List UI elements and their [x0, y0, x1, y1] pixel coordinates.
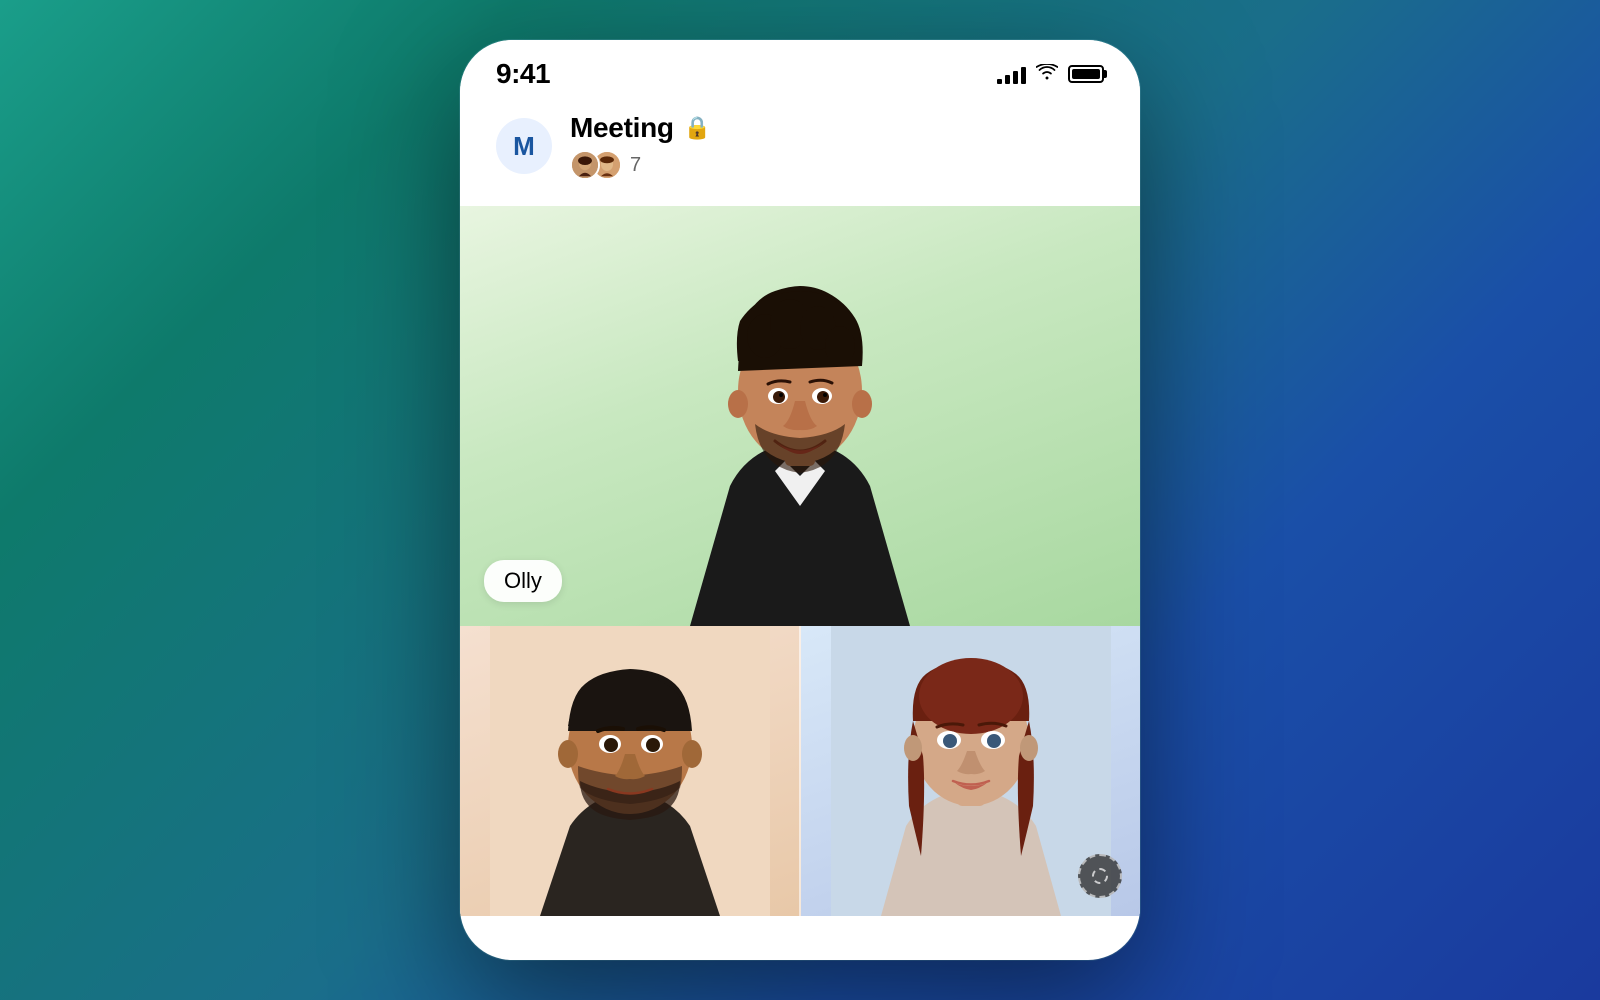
- bottom-person-left: [460, 626, 799, 916]
- bottom-video-left: [460, 626, 801, 916]
- speaker-name-tag: Olly: [484, 560, 562, 602]
- meeting-title-row: Meeting 🔒: [570, 112, 711, 144]
- participant-avatar-1: [570, 150, 600, 180]
- signal-bars-icon: [997, 64, 1026, 84]
- signal-bar-4: [1021, 67, 1026, 84]
- signal-bar-2: [1005, 75, 1010, 84]
- meeting-info: Meeting 🔒: [570, 112, 711, 180]
- bottom-videos: [460, 626, 1140, 916]
- meeting-title: Meeting: [570, 112, 674, 144]
- main-video-person: [590, 206, 1010, 626]
- person-left-svg: [490, 626, 770, 916]
- signal-bar-1: [997, 79, 1002, 84]
- battery-fill: [1072, 69, 1100, 79]
- participant-avatars: [570, 150, 622, 180]
- phone-frame: 9:41 M: [460, 40, 1140, 960]
- signal-bar-3: [1013, 71, 1018, 84]
- lock-icon: 🔒: [684, 115, 711, 141]
- meeting-avatar: M: [496, 118, 552, 174]
- meeting-row: M Meeting 🔒: [496, 112, 1104, 180]
- camera-off-inner: [1092, 868, 1108, 884]
- status-bar: 9:41: [460, 40, 1140, 100]
- bottom-video-right: [801, 626, 1140, 916]
- main-video: Olly: [460, 206, 1140, 626]
- header: M Meeting 🔒: [460, 100, 1140, 206]
- participant-count: 7: [630, 154, 641, 177]
- status-icons: [997, 63, 1104, 86]
- wifi-icon: [1036, 63, 1058, 86]
- battery-icon: [1068, 65, 1104, 83]
- participants-row: 7: [570, 150, 711, 180]
- status-time: 9:41: [496, 58, 550, 90]
- person-right-svg: [831, 626, 1111, 916]
- camera-off-icon: [1078, 854, 1122, 898]
- person-svg: [590, 206, 1010, 626]
